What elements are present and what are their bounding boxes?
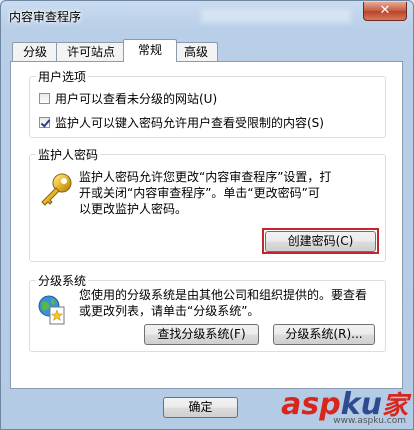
create-password-button[interactable]: 创建密码(C) [265, 231, 376, 252]
supervisor-desc-line: 监护人密码允许您更改“内容审查程序”设置，打 [79, 170, 332, 184]
view-unrated-checkbox[interactable] [39, 93, 50, 104]
view-unrated-label: 用户可以查看未分级的网站(U) [55, 92, 218, 106]
supervisor-password-label: 监护人可以键入密码允许用户查看受限制的内容(S) [55, 116, 324, 130]
supervisor-desc-line: 开或关闭“内容审查程序”。单击“更改密码”可 [79, 186, 320, 200]
tab-general[interactable]: 常规 [123, 39, 177, 62]
tab-label: 常规 [137, 43, 162, 57]
ok-button[interactable]: 确定 [163, 397, 238, 418]
window-title: 内容审查程序 [9, 10, 82, 24]
tab-panel-general: 用户选项 用户可以查看未分级的网站(U) 监护人可以键入密码允许用户查看受限制的… [10, 61, 403, 389]
supervisor-password-legend: 监护人密码 [38, 148, 99, 162]
tab-advanced[interactable]: 高级 [174, 42, 218, 61]
close-button[interactable]: ✕ [363, 2, 407, 21]
watermark-url: www.aspku.com [333, 416, 406, 426]
site-watermark: aspku家 www.aspku.com [281, 385, 408, 426]
dialog-window: 内容审查程序 ✕ 分级 许可站点 常规 高级 用户选项 用户可以查看未分级的网站… [0, 0, 414, 430]
close-icon: ✕ [379, 3, 391, 18]
option-supervisor-password[interactable]: 监护人可以键入密码允许用户查看受限制的内容(S) [39, 114, 324, 131]
rating-desc-line: 您使用的分级系统是由其他公司和组织提供的。要查看 [79, 288, 368, 302]
rating-desc-line: 或更改列表，请单击“分级系统”。 [79, 304, 260, 318]
find-rating-system-button[interactable]: 查找分级系统(F) [144, 324, 259, 345]
rating-description: 您使用的分级系统是由其他公司和组织提供的。要查看 或更改列表，请单击“分级系统”… [79, 287, 367, 319]
title-blur [201, 9, 351, 23]
key-icon [37, 172, 75, 210]
tab-label: 分级 [22, 45, 47, 59]
user-options-legend: 用户选项 [38, 70, 87, 84]
watermark-brand-a: asp [281, 387, 341, 422]
supervisor-password-checkbox[interactable] [39, 117, 50, 128]
supervisor-desc-line: 以更改监护人密码。 [79, 202, 188, 216]
tab-approved-sites[interactable]: 许可站点 [56, 42, 126, 61]
rating-document-icon [37, 294, 67, 326]
tab-label: 许可站点 [66, 45, 115, 59]
option-view-unrated[interactable]: 用户可以查看未分级的网站(U) [39, 90, 217, 107]
supervisor-description: 监护人密码允许您更改“内容审查程序”设置，打 开或关闭“内容审查程序”。单击“更… [79, 169, 331, 217]
tab-ratings[interactable]: 分级 [12, 42, 58, 61]
title-bar[interactable]: 内容审查程序 ✕ [1, 1, 413, 31]
rating-systems-button[interactable]: 分级系统(R)... [273, 324, 375, 345]
tab-label: 高级 [183, 45, 208, 59]
